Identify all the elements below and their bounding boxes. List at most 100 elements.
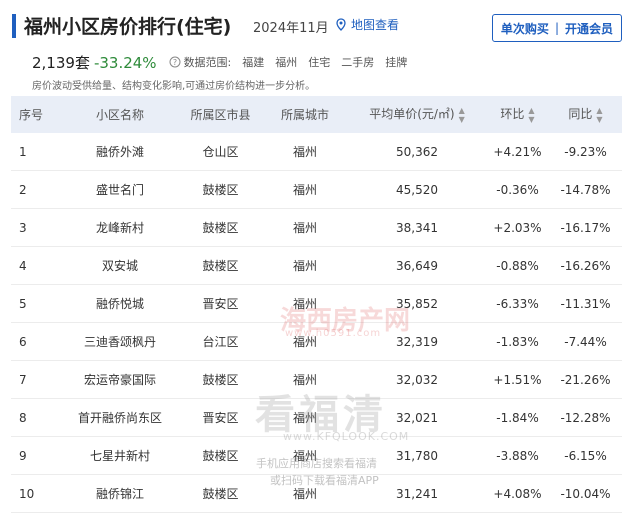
cell-yoy: -7.44% bbox=[549, 322, 622, 361]
col-header-mom[interactable]: 环比 ▲ ▼ bbox=[486, 96, 549, 133]
map-view-link[interactable]: 地图查看 bbox=[334, 16, 399, 33]
cell-district: 鼓楼区 bbox=[179, 170, 262, 209]
cell-district: 鼓楼区 bbox=[179, 436, 262, 475]
cell-city: 福州 bbox=[262, 170, 348, 209]
col-header-city: 所属城市 bbox=[262, 96, 348, 133]
cell-mom: -6.33% bbox=[486, 284, 549, 323]
cell-district: 鼓楼区 bbox=[179, 360, 262, 399]
page-header: 福州小区房价排行(住宅) 2024年11月 地图查看 单次购买 | 开通会员 bbox=[12, 10, 622, 42]
cell-district: 仓山区 bbox=[179, 133, 262, 171]
col-header-mom-label: 环比 bbox=[500, 107, 525, 122]
button-separator: | bbox=[554, 21, 559, 35]
cell-yoy: -10.04% bbox=[549, 474, 622, 513]
help-icon[interactable]: ? bbox=[169, 56, 181, 68]
cell-city: 福州 bbox=[262, 208, 348, 247]
cell-name: 融侨锦江 bbox=[61, 474, 179, 513]
cell-name: 盛世名门 bbox=[61, 170, 179, 209]
month-label: 2024年11月 bbox=[253, 21, 329, 36]
cell-district: 鼓楼区 bbox=[179, 246, 262, 285]
map-view-label: 地图查看 bbox=[351, 18, 400, 32]
cell-rank: 2 bbox=[11, 170, 61, 209]
cell-name: 双安城 bbox=[61, 246, 179, 285]
cell-name: 首开融侨尚东区 bbox=[61, 398, 179, 437]
cell-price: 45,520 bbox=[348, 170, 486, 209]
cell-rank: 4 bbox=[11, 246, 61, 285]
cell-name: 三迪香颂枫丹 bbox=[61, 322, 179, 361]
filter-tag: 二手房 bbox=[341, 56, 375, 69]
cell-district: 晋安区 bbox=[179, 284, 262, 323]
col-header-yoy-label: 同比 bbox=[568, 107, 593, 122]
col-header-price-label: 平均单价(元/㎡) bbox=[369, 107, 455, 122]
cell-name: 龙峰新村 bbox=[61, 208, 179, 247]
cell-rank: 5 bbox=[11, 284, 61, 323]
cell-mom: +1.51% bbox=[486, 360, 549, 399]
data-range: ? 数据范围: 福建 福州 住宅 二手房 挂牌 bbox=[169, 54, 408, 70]
cell-mom: -0.36% bbox=[486, 170, 549, 209]
cell-rank: 9 bbox=[11, 436, 61, 475]
cell-district: 鼓楼区 bbox=[179, 208, 262, 247]
cell-mom: -0.88% bbox=[486, 246, 549, 285]
filter-tag: 住宅 bbox=[308, 56, 331, 69]
cell-rank: 1 bbox=[11, 133, 61, 171]
cell-city: 福州 bbox=[262, 246, 348, 285]
cell-price: 50,362 bbox=[348, 133, 486, 171]
cell-name: 七星井新村 bbox=[61, 436, 179, 475]
watermark-kanfuqing-line2: 或扫码下载看福清APP bbox=[270, 474, 379, 487]
page-title: 福州小区房价排行(住宅) bbox=[24, 16, 232, 38]
cell-mom: -3.88% bbox=[486, 436, 549, 475]
cell-yoy: -12.28% bbox=[549, 398, 622, 437]
cell-district: 晋安区 bbox=[179, 398, 262, 437]
watermark-haixi-url: www.h0591.com bbox=[285, 328, 382, 339]
cell-mom: +2.03% bbox=[486, 208, 549, 247]
col-header-yoy[interactable]: 同比 ▲ ▼ bbox=[549, 96, 622, 133]
cell-yoy: -21.26% bbox=[549, 360, 622, 399]
sort-icon[interactable]: ▲ ▼ bbox=[459, 106, 465, 124]
watermark-kanfuqing-line1: 手机应用商店搜索看福清 bbox=[256, 457, 377, 470]
cell-name: 宏运帝豪国际 bbox=[61, 360, 179, 399]
table-header-row: 序号 小区名称 所属区市县 所属城市 平均单价(元/㎡) ▲ ▼ 环比 ▲ ▼ 同比 ▲ ▼ bbox=[11, 96, 622, 133]
cell-rank: 7 bbox=[11, 360, 61, 399]
table-row[interactable]: 4 双安城 鼓楼区 福州 36,649 -0.88% -16.26% bbox=[11, 246, 622, 285]
sort-icon[interactable]: ▲ ▼ bbox=[596, 106, 602, 124]
listing-count: 2,139套 bbox=[32, 54, 90, 72]
filter-tag: 福建 bbox=[242, 56, 265, 69]
cell-yoy: -6.15% bbox=[549, 436, 622, 475]
purchase-buttons: 单次购买 | 开通会员 bbox=[491, 14, 622, 42]
col-header-rank: 序号 bbox=[11, 96, 61, 133]
col-header-price[interactable]: 平均单价(元/㎡) ▲ ▼ bbox=[348, 96, 486, 133]
cell-rank: 10 bbox=[11, 474, 61, 513]
buy-single-button[interactable]: 单次购买 bbox=[501, 20, 549, 37]
price-note: 房价波动受供给量、结构变化影响,可通过房价结构进一步分析。 bbox=[32, 81, 316, 92]
cell-yoy: -11.31% bbox=[549, 284, 622, 323]
cell-yoy: -14.78% bbox=[549, 170, 622, 209]
col-header-district: 所属区市县 bbox=[179, 96, 262, 133]
cell-rank: 8 bbox=[11, 398, 61, 437]
cell-mom: -1.83% bbox=[486, 322, 549, 361]
sort-icon[interactable]: ▲ ▼ bbox=[528, 106, 534, 124]
cell-yoy: -9.23% bbox=[549, 133, 622, 171]
title-accent-bar bbox=[12, 14, 16, 38]
cell-mom: +4.21% bbox=[486, 133, 549, 171]
table-row[interactable]: 2 盛世名门 鼓楼区 福州 45,520 -0.36% -14.78% bbox=[11, 170, 622, 209]
table-row[interactable]: 3 龙峰新村 鼓楼区 福州 38,341 +2.03% -16.17% bbox=[11, 208, 622, 247]
cell-yoy: -16.17% bbox=[549, 208, 622, 247]
cell-mom: +4.08% bbox=[486, 474, 549, 513]
cell-name: 融侨外滩 bbox=[61, 133, 179, 171]
data-range-label: 数据范围: bbox=[183, 56, 232, 69]
filter-tag: 福州 bbox=[275, 56, 298, 69]
map-pin-icon bbox=[336, 17, 346, 31]
cell-price: 38,341 bbox=[348, 208, 486, 247]
cell-district: 台江区 bbox=[179, 322, 262, 361]
filter-tag: 挂牌 bbox=[385, 56, 408, 69]
table-row[interactable]: 1 融侨外滩 仓山区 福州 50,362 +4.21% -9.23% bbox=[11, 133, 622, 171]
cell-price: 36,649 bbox=[348, 246, 486, 285]
cell-rank: 3 bbox=[11, 208, 61, 247]
col-header-name: 小区名称 bbox=[61, 96, 179, 133]
cell-rank: 6 bbox=[11, 322, 61, 361]
count-change: -33.24% bbox=[93, 54, 157, 72]
open-member-button[interactable]: 开通会员 bbox=[565, 20, 613, 37]
svg-text:?: ? bbox=[172, 58, 176, 67]
cell-district: 鼓楼区 bbox=[179, 474, 262, 513]
cell-city: 福州 bbox=[262, 133, 348, 171]
cell-yoy: -16.26% bbox=[549, 246, 622, 285]
